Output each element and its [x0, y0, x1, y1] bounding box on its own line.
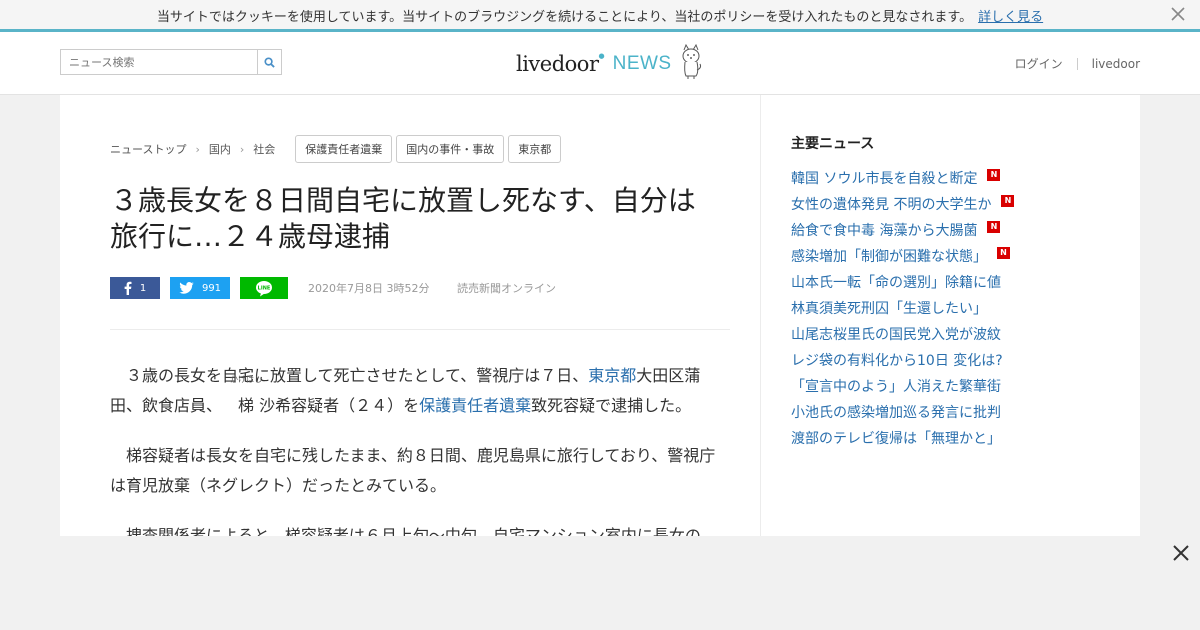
news-item-text: 感染増加「制御が困難な状態」	[791, 249, 987, 265]
chevron-right-icon: ›	[195, 142, 200, 156]
facebook-icon	[124, 281, 132, 295]
news-item-text: 給食で食中毒 海藻から大腸菌	[791, 223, 978, 239]
article-title-line1: ３歳長女を８日間自宅に放置し死なす、自分は	[110, 184, 696, 217]
logo-dot-icon: ●	[598, 52, 605, 60]
search-button[interactable]	[256, 50, 281, 74]
news-item-text: 韓国 ソウル市長を自殺と断定	[791, 171, 978, 187]
tag-item[interactable]: 国内の事件・事故	[396, 135, 505, 163]
close-icon[interactable]	[1168, 4, 1188, 24]
article-paragraph: ３歳の長女を自宅に放置して死亡させたとして、警視庁は７日、東京都大田区蒲田、飲食…	[110, 361, 730, 421]
news-item-text: 小池氏の感染増加巡る発言に批判	[791, 405, 1001, 421]
ruby-base: 梯	[238, 396, 255, 415]
tag-item[interactable]: 保護責任者遺棄	[295, 135, 393, 163]
news-item-text: 林真須美死刑囚「生還したい」	[791, 301, 987, 317]
cookie-details-link[interactable]: 詳しく見る	[978, 10, 1043, 25]
news-item-text: 女性の遺体発見 不明の大学生か	[791, 197, 992, 213]
dog-mascot-icon	[678, 43, 704, 84]
news-list-item[interactable]: 渡部のテレビ復帰は「無理かと」	[791, 425, 1014, 451]
news-item-text: 「宣言中のよう」人消えた繁華街	[791, 379, 1001, 395]
facebook-share-button[interactable]: 1	[110, 277, 160, 299]
article-meta: 2020年7月8日 3時52分 読売新聞オンライン	[308, 280, 556, 296]
logo-livedoor: livedoor	[516, 52, 599, 76]
line-icon: LINE	[256, 280, 272, 296]
news-item-text: 渡部のテレビ復帰は「無理かと」	[791, 431, 1001, 447]
sidebar-heading: 主要ニュース	[791, 136, 875, 152]
news-list-item[interactable]: 給食で食中毒 海藻から大腸菌 N	[791, 217, 1014, 243]
cookie-text: 当サイトではクッキーを使用しています。当サイトのブラウジングを続けることにより、…	[156, 10, 973, 25]
breadcrumb: ニューストップ › 国内 › 社会 保護責任者遺棄 国内の事件・事故 東京都	[110, 135, 565, 163]
tag-item[interactable]: 東京都	[508, 135, 562, 163]
site-logo[interactable]: livedoor ● NEWS	[516, 43, 704, 84]
breadcrumb-item-society[interactable]: 社会	[253, 141, 275, 157]
twitter-icon	[179, 282, 194, 294]
news-list-item[interactable]: 山尾志桜里氏の国民党入党が波紋	[791, 321, 1014, 347]
news-list-item[interactable]: 「宣言中のよう」人消えた繁華街	[791, 373, 1014, 399]
breadcrumb-item-domestic[interactable]: 国内	[209, 141, 231, 157]
twitter-share-button[interactable]: 991	[170, 277, 230, 299]
article-date: 2020年7月8日 3時52分	[308, 282, 430, 295]
divider	[110, 329, 730, 330]
new-badge: N	[1001, 195, 1015, 207]
article-paragraph: 梯容疑者は長女を自宅に残したまま、約８日間、鹿児島県に旅行しており、警視庁は育児…	[110, 446, 716, 495]
search-icon	[264, 56, 275, 68]
tag-link-tokyo[interactable]: 東京都	[588, 366, 636, 385]
news-item-text: 山本氏一転「命の選別」除籍に値	[791, 275, 1001, 291]
svg-text:LINE: LINE	[258, 285, 271, 291]
article-source[interactable]: 読売新聞オンライン	[457, 282, 556, 295]
login-link[interactable]: ログイン	[1015, 55, 1063, 72]
news-list-item[interactable]: 女性の遺体発見 不明の大学生か N	[791, 191, 1015, 217]
article-title: ３歳長女を８日間自宅に放置し死なす、自分は 旅行に…２４歳母逮捕	[110, 183, 730, 255]
search-box	[60, 49, 282, 75]
news-item-text: 山尾志桜里氏の国民党入党が波紋	[791, 327, 1001, 343]
ruby-name: かけはし梯	[222, 375, 262, 421]
news-list-item[interactable]: 感染増加「制御が困難な状態」 N	[791, 243, 1014, 269]
new-badge: N	[997, 247, 1010, 259]
cookie-banner: 当サイトではクッキーを使用しています。当サイトのブラウジングを続けることにより、…	[0, 0, 1200, 32]
logo-news: NEWS	[612, 53, 672, 74]
news-list-item[interactable]: 山本氏一転「命の選別」除籍に値	[791, 269, 1014, 295]
cookie-message: 当サイトではクッキーを使用しています。当サイトのブラウジングを続けることにより、…	[0, 6, 1200, 25]
line-share-button[interactable]: LINE	[240, 277, 288, 299]
ruby-reading: かけはし	[230, 375, 263, 384]
facebook-share-count: 1	[139, 282, 147, 294]
ad-overlay	[0, 536, 1200, 630]
paragraph-text: 致死容疑で逮捕した。	[531, 396, 692, 415]
tag-link-abandonment[interactable]: 保護責任者遺棄	[419, 396, 531, 415]
new-badge: N	[987, 169, 1001, 181]
share-bar: 1 991 LINE 2020年7月8日 3時52分 読売新聞オンライン	[110, 277, 556, 299]
article-tags: 保護責任者遺棄 国内の事件・事故 東京都	[295, 135, 565, 163]
new-badge: N	[987, 221, 1001, 233]
news-list-item[interactable]: 林真須美死刑囚「生還したい」	[791, 295, 1014, 321]
news-list-item[interactable]: 韓国 ソウル市長を自殺と断定 N	[791, 165, 1014, 191]
chevron-right-icon: ›	[239, 142, 245, 156]
close-icon[interactable]	[1172, 544, 1190, 562]
twitter-share-count: 991	[201, 282, 222, 294]
top-news-list: 韓国 ソウル市長を自殺と断定 N 女性の遺体発見 不明の大学生か N 給食で食中毒 …	[791, 165, 1015, 451]
header-nav: ログイン livedoor	[1015, 55, 1140, 72]
paragraph-text: ３歳の長女を自宅に放置して死亡させたとして、警視庁は７日、	[126, 366, 589, 385]
article-title-line2: 旅行に…２４歳母逮捕	[110, 220, 391, 253]
search-input[interactable]	[61, 50, 257, 74]
paragraph-text: 沙希容疑者（２４）を	[254, 396, 420, 415]
breadcrumb-item-top[interactable]: ニューストップ	[110, 141, 186, 157]
news-list-item[interactable]: 小池氏の感染増加巡る発言に批判	[791, 399, 1014, 425]
news-item-text: レジ袋の有料化から10日 変化は?	[791, 353, 1003, 369]
nav-divider	[1076, 57, 1078, 70]
news-list-item[interactable]: レジ袋の有料化から10日 変化は?	[791, 347, 1014, 373]
livedoor-link[interactable]: livedoor	[1092, 57, 1140, 71]
site-header: livedoor ● NEWS ログイン livedoor	[0, 32, 1200, 95]
